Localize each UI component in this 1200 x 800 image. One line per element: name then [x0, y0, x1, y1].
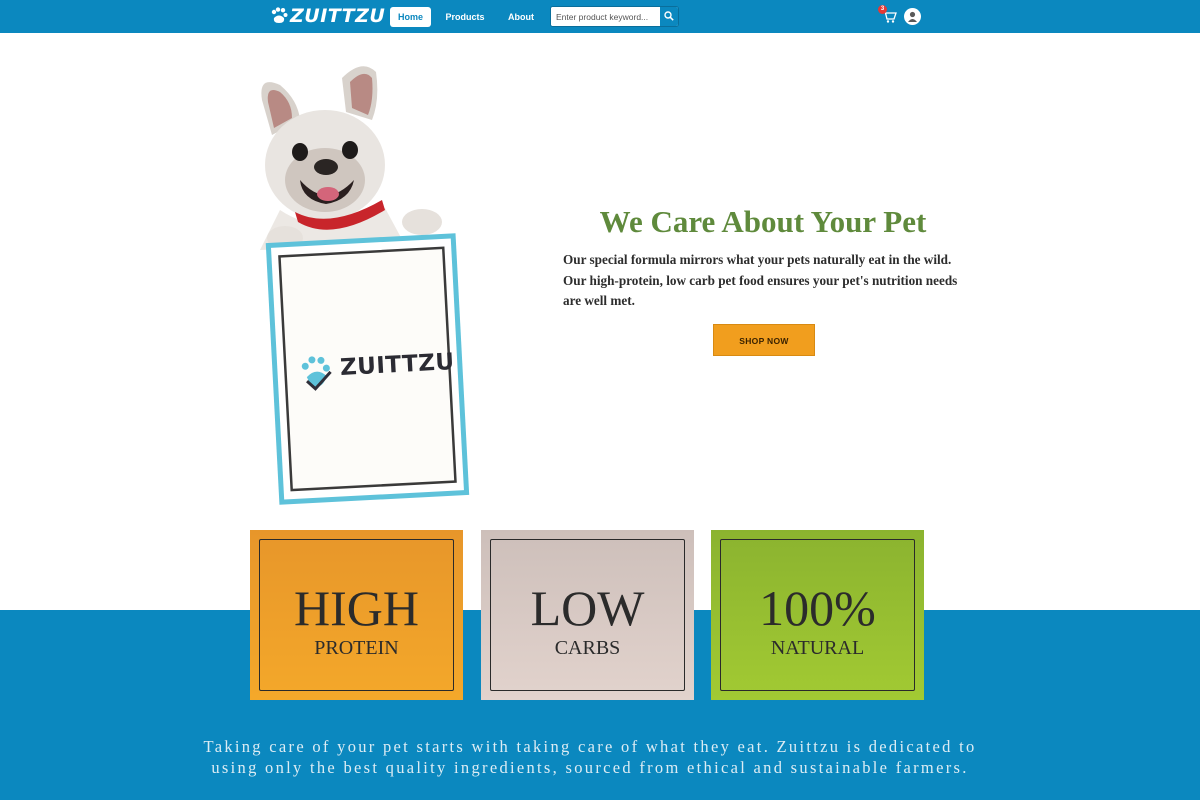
- logo[interactable]: ZUITTZU: [270, 5, 385, 27]
- nav-home-link[interactable]: Home: [390, 7, 431, 27]
- feature-card-protein: HIGH PROTEIN: [250, 530, 463, 700]
- feature-card-natural: 100% NATURAL: [711, 530, 924, 700]
- user-avatar-icon: [908, 11, 917, 22]
- feature-headline: LOW: [530, 580, 645, 636]
- nav-products-link[interactable]: Products: [441, 7, 489, 27]
- navbar: ZUITTZU Home Products About 3: [0, 0, 1200, 33]
- feature-card-carbs: LOW CARBS: [481, 530, 694, 700]
- user-avatar[interactable]: [904, 8, 921, 25]
- feature-card-frame: HIGH PROTEIN: [259, 539, 454, 691]
- feature-subtitle: NATURAL: [770, 637, 865, 659]
- feature-subtitle: CARBS: [554, 637, 621, 659]
- hero-title: We Care About Your Pet: [599, 204, 927, 239]
- feature-subtitle: PROTEIN: [314, 637, 399, 659]
- nav-about-link[interactable]: About: [501, 7, 541, 27]
- search-icon: [664, 8, 674, 26]
- feature-headline: 100%: [759, 580, 876, 636]
- search-button[interactable]: [659, 7, 678, 26]
- feature-headline: HIGH: [294, 580, 419, 636]
- feature-card-frame: 100% NATURAL: [720, 539, 915, 691]
- search-bar: [550, 6, 679, 27]
- cart-count-badge: 3: [878, 5, 887, 14]
- paw-logo-icon: [270, 7, 288, 25]
- logo-text: ZUITTZU: [290, 5, 386, 27]
- mission-statement: Taking care of your pet starts with taki…: [203, 737, 977, 777]
- shop-now-button[interactable]: SHOP NOW: [713, 324, 815, 356]
- feature-card-frame: LOW CARBS: [490, 539, 685, 691]
- hero-description: Our special formula mirrors what your pe…: [563, 252, 958, 308]
- search-input[interactable]: [551, 7, 659, 26]
- hero-dog-image: [250, 60, 485, 510]
